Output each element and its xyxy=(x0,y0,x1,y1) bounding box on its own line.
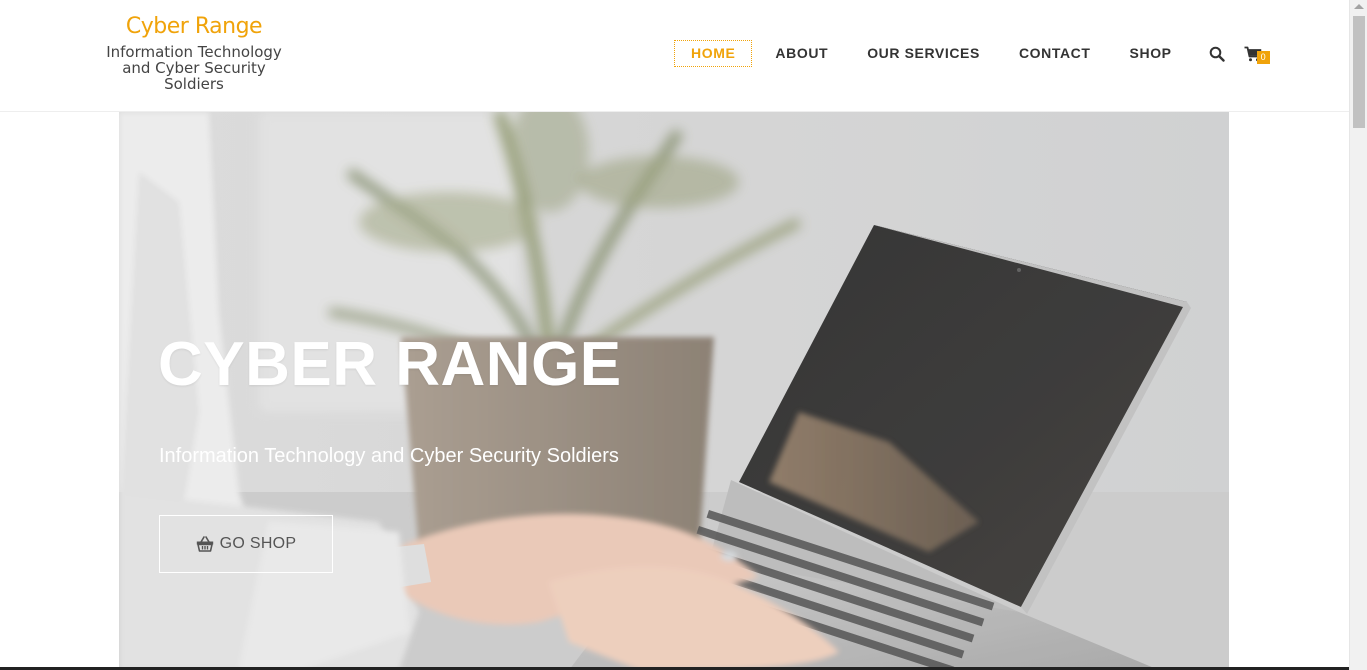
site-brand[interactable]: Cyber Range Information Technology and C… xyxy=(98,12,290,92)
search-button[interactable] xyxy=(1206,43,1228,65)
cart-button[interactable]: 0 xyxy=(1242,43,1270,65)
nav-item-shop[interactable]: SHOP xyxy=(1114,41,1188,66)
hero-banner: CYBER RANGE Information Technology and C… xyxy=(119,112,1229,670)
go-shop-button-label: GO SHOP xyxy=(219,535,297,552)
site-title[interactable]: Cyber Range xyxy=(98,12,290,42)
site-tagline: Information Technology and Cyber Securit… xyxy=(106,43,282,93)
hero-subtitle: Information Technology and Cyber Securit… xyxy=(159,445,619,467)
nav-item-contact[interactable]: CONTACT xyxy=(1003,41,1107,66)
search-icon xyxy=(1209,46,1225,62)
cart-count-badge: 0 xyxy=(1256,50,1270,64)
go-shop-button[interactable]: GO SHOP xyxy=(159,515,333,573)
main-navigation: HOME ABOUT OUR SERVICES CONTACT SHOP 0 xyxy=(674,40,1270,67)
page: Cyber Range Information Technology and C… xyxy=(0,0,1367,670)
nav-item-home[interactable]: HOME xyxy=(674,40,753,67)
nav-item-about[interactable]: ABOUT xyxy=(759,41,844,66)
vertical-scrollbar[interactable] xyxy=(1349,0,1367,670)
hero-title: CYBER RANGE xyxy=(158,330,622,399)
scroll-up-arrow-icon[interactable] xyxy=(1354,4,1364,9)
site-header: Cyber Range Information Technology and C… xyxy=(0,0,1349,112)
shopping-basket-icon xyxy=(196,536,213,552)
scrollbar-thumb[interactable] xyxy=(1353,16,1365,128)
nav-item-our-services[interactable]: OUR SERVICES xyxy=(851,41,996,66)
